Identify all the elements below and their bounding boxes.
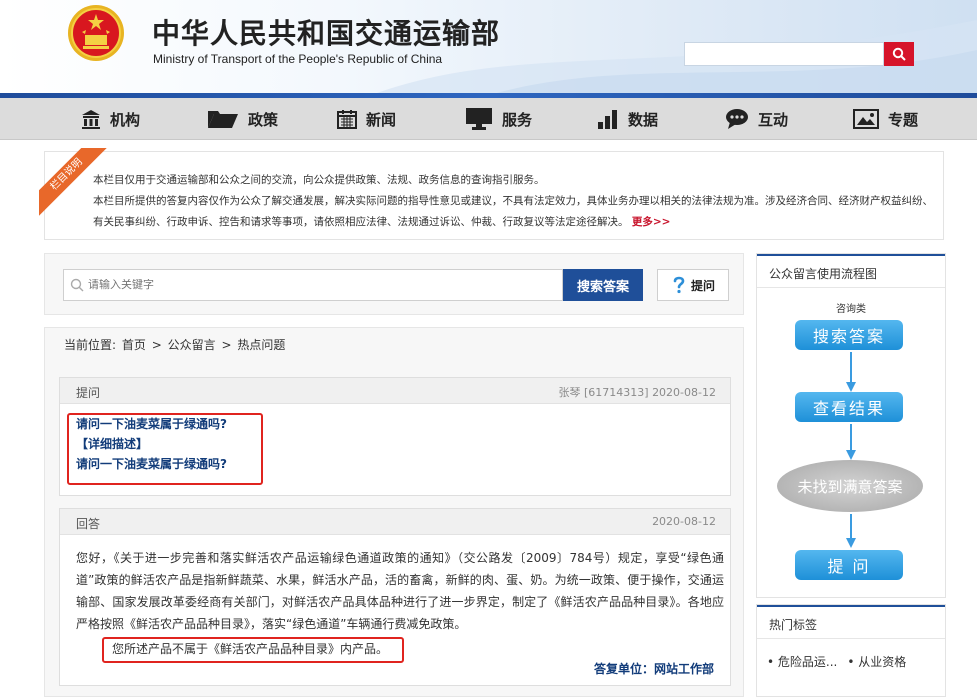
answer-panel-header: 回答 2020-08-12: [60, 509, 730, 535]
notice-more-link[interactable]: 更多>>: [632, 216, 671, 228]
nav-item-data[interactable]: 数据: [596, 106, 658, 132]
breadcrumb: 当前位置: 首页 > 公众留言 > 热点问题: [63, 336, 286, 353]
question-detail: 请问一下油麦菜属于绿通吗?: [76, 457, 227, 471]
question-detail-label: 【详细描述】: [76, 437, 149, 451]
flow-step-view: 查看结果: [795, 392, 903, 422]
keyword-input[interactable]: [88, 279, 548, 291]
hot-tags-list: • 危险品运... • 从业资格: [767, 653, 906, 670]
column-notice: 栏目说明 本栏目仅用于交通运输部和公众之间的交流，向公众提供政策、法规、政务信息…: [39, 148, 944, 240]
nav-label: 政策: [248, 110, 279, 129]
nav-label: 专题: [888, 110, 919, 129]
question-id: [61714313]: [583, 386, 649, 399]
notice-line-2: 本栏目所提供的答复内容仅作为公众了解交通发展，解决实际问题的指导性意见或建议，不…: [93, 195, 933, 228]
breadcrumb-prefix: 当前位置:: [64, 338, 117, 352]
building-icon: [82, 110, 100, 129]
nav-item-interaction[interactable]: 互动: [724, 106, 788, 132]
ask-button-label: 提问: [690, 278, 715, 293]
notice-line-1: 本栏目仅用于交通运输部和公众之间的交流，向公众提供政策、法规、政务信息的查询指引…: [93, 174, 545, 186]
nav-label: 服务: [502, 110, 533, 129]
question-search-panel: 搜索答案 提问: [44, 253, 744, 315]
ask-question-button[interactable]: 提问: [657, 269, 729, 301]
main-content: 当前位置: 首页 > 公众留言 > 热点问题 提问 张琴 [61714313] …: [44, 327, 744, 697]
top-search-input[interactable]: [684, 42, 884, 66]
nav-label: 机构: [110, 110, 141, 129]
question-author: 张琴: [558, 386, 581, 399]
top-search-button[interactable]: [884, 42, 914, 66]
hot-tags-panel: 热门标签 • 危险品运... • 从业资格: [756, 604, 946, 697]
nav-label: 新闻: [366, 110, 397, 129]
breadcrumb-current: 热点问题: [237, 338, 286, 352]
tag-item[interactable]: • 从业资格: [847, 653, 906, 670]
image-icon: [853, 109, 879, 129]
breadcrumb-home[interactable]: 首页: [122, 338, 146, 352]
answer-conclusion: 您所述产品不属于《鲜活农产品品种目录》内产品。: [112, 642, 389, 656]
nav-item-policy[interactable]: 政策: [206, 106, 278, 132]
bar-chart-icon: [598, 110, 617, 129]
site-title-cn: 中华人民共和国交通运输部: [152, 17, 501, 50]
site-header: 中华人民共和国交通运输部 Ministry of Transport of th…: [0, 0, 977, 93]
flow-subtitle: 咨询类: [836, 304, 866, 315]
breadcrumb-separator: >: [221, 338, 232, 352]
top-search: [684, 42, 914, 66]
nav-label: 互动: [758, 110, 789, 129]
flow-step-not-found: 未找到满意答案: [777, 460, 923, 512]
flow-chart-panel: 公众留言使用流程图 咨询类 搜索答案 查看结果 未找到满意答案 提 问: [756, 253, 946, 598]
site-title-en: Ministry of Transport of the People's Re…: [153, 52, 443, 66]
question-date: 2020-08-12: [652, 386, 716, 399]
nav-label: 数据: [628, 110, 659, 129]
national-emblem-icon: [68, 5, 124, 61]
question-panel-header: 提问 张琴 [61714313] 2020-08-12: [60, 378, 730, 404]
hot-tags-title: 热门标签: [757, 605, 945, 639]
calendar-icon: [337, 110, 357, 129]
tag-item[interactable]: • 危险品运...: [767, 653, 837, 670]
breadcrumb-messages[interactable]: 公众留言: [168, 338, 216, 352]
arrow-down-icon: [846, 514, 856, 548]
question-meta: 张琴 [61714313] 2020-08-12: [558, 384, 716, 400]
question-label: 提问: [76, 386, 101, 400]
folder-icon: [208, 111, 238, 128]
nav-item-institutions[interactable]: 机构: [80, 106, 140, 132]
answer-unit: 答复单位：网站工作部: [593, 662, 714, 676]
nav-item-news[interactable]: 新闻: [336, 106, 396, 132]
search-icon: [892, 47, 906, 61]
flow-step-ask: 提 问: [795, 550, 903, 580]
arrow-down-icon: [846, 352, 856, 392]
flow-step-search: 搜索答案: [795, 320, 903, 350]
search-answer-button[interactable]: 搜索答案: [563, 269, 643, 301]
flow-title: 公众留言使用流程图: [757, 254, 945, 288]
monitor-icon: [466, 108, 492, 130]
nav-item-services[interactable]: 服务: [464, 106, 532, 132]
search-icon: [70, 278, 84, 292]
answer-body: 您好，《关于进一步完善和落实鲜活农产品运输绿色通道政策的通知》（交公路发〔200…: [76, 551, 724, 631]
question-title: 请问一下油麦菜属于绿通吗?: [76, 417, 227, 431]
nav-item-topics[interactable]: 专题: [852, 106, 918, 132]
question-panel: 提问 张琴 [61714313] 2020-08-12 请问一下油麦菜属于绿通吗…: [59, 377, 731, 496]
main-nav: 机构 政策 新闻 服务 数据 互动 专题: [0, 98, 977, 140]
question-mark-icon: [673, 276, 685, 294]
answer-panel: 回答 2020-08-12 您好，《关于进一步完善和落实鲜活农产品运输绿色通道政…: [59, 508, 731, 686]
question-body: 请问一下油麦菜属于绿通吗? 【详细描述】 请问一下油麦菜属于绿通吗?: [76, 414, 227, 474]
chat-icon: [726, 109, 748, 129]
answer-date: 2020-08-12: [652, 515, 716, 528]
notice-text: 本栏目仅用于交通运输部和公众之间的交流，向公众提供政策、法规、政务信息的查询指引…: [93, 170, 933, 233]
answer-label: 回答: [76, 517, 101, 531]
breadcrumb-separator: >: [151, 338, 162, 352]
keyword-box: [63, 269, 563, 301]
arrow-down-icon: [846, 424, 856, 460]
